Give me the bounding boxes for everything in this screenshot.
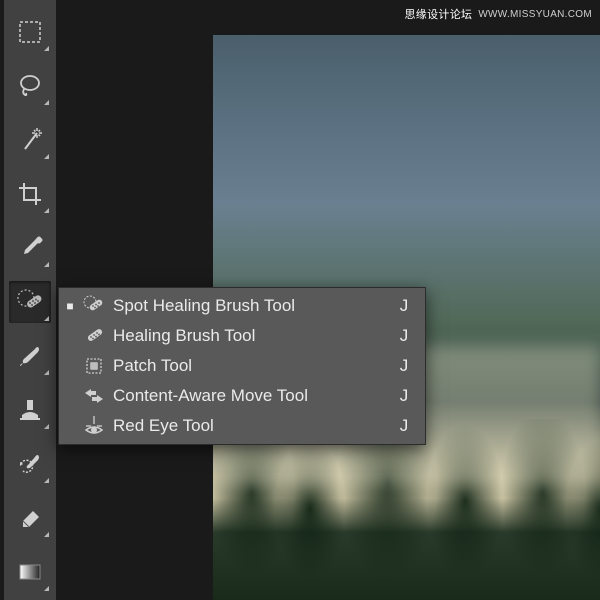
tool-marquee[interactable]	[9, 11, 51, 53]
rectangular-marquee-icon	[17, 19, 43, 45]
tool-eyedropper[interactable]	[9, 227, 51, 269]
spot-healing-brush-icon	[16, 288, 44, 316]
flyout-item-healing-brush[interactable]: Healing Brush Tool J	[59, 321, 425, 351]
flyout-item-label: Spot Healing Brush Tool	[113, 296, 389, 316]
selected-indicator: ■	[65, 299, 75, 313]
flyout-item-content-aware-move[interactable]: Content-Aware Move Tool J	[59, 381, 425, 411]
healing-tool-flyout: ■ Spot Healing Brush Tool J Healing Brus…	[58, 287, 426, 445]
crop-icon	[17, 181, 43, 207]
flyout-item-shortcut: J	[395, 386, 413, 406]
healing-brush-icon	[81, 323, 107, 349]
flyout-item-label: Healing Brush Tool	[113, 326, 389, 346]
flyout-item-shortcut: J	[395, 326, 413, 346]
gradient-icon	[17, 559, 43, 585]
lasso-icon	[17, 73, 43, 99]
tool-history-brush[interactable]	[9, 443, 51, 485]
flyout-item-shortcut: J	[395, 416, 413, 436]
eraser-icon	[17, 505, 43, 531]
tool-spot-healing-brush[interactable]	[9, 281, 51, 323]
tools-toolbar	[4, 0, 56, 600]
clone-stamp-icon	[17, 397, 43, 423]
tool-lasso[interactable]	[9, 65, 51, 107]
history-brush-icon	[17, 451, 43, 477]
patch-icon	[81, 353, 107, 379]
tool-gradient[interactable]	[9, 551, 51, 593]
flyout-item-shortcut: J	[395, 296, 413, 316]
content-aware-move-icon	[81, 383, 107, 409]
flyout-item-spot-healing[interactable]: ■ Spot Healing Brush Tool J	[59, 291, 425, 321]
tool-clone-stamp[interactable]	[9, 389, 51, 431]
magic-wand-icon	[17, 127, 43, 153]
watermark: 思缘设计论坛 WWW.MISSYUAN.COM	[405, 6, 593, 22]
tool-brush[interactable]	[9, 335, 51, 377]
tool-eraser[interactable]	[9, 497, 51, 539]
tool-magic-wand[interactable]	[9, 119, 51, 161]
flyout-item-shortcut: J	[395, 356, 413, 376]
flyout-item-patch[interactable]: Patch Tool J	[59, 351, 425, 381]
tool-crop[interactable]	[9, 173, 51, 215]
eyedropper-icon	[17, 235, 43, 261]
flyout-item-label: Content-Aware Move Tool	[113, 386, 389, 406]
brush-icon	[17, 343, 43, 369]
flyout-item-label: Patch Tool	[113, 356, 389, 376]
red-eye-icon	[81, 413, 107, 439]
spot-healing-brush-icon	[81, 293, 107, 319]
flyout-item-red-eye[interactable]: Red Eye Tool J	[59, 411, 425, 441]
watermark-text: 思缘设计论坛	[405, 6, 473, 22]
flyout-item-label: Red Eye Tool	[113, 416, 389, 436]
watermark-url: WWW.MISSYUAN.COM	[478, 9, 592, 20]
